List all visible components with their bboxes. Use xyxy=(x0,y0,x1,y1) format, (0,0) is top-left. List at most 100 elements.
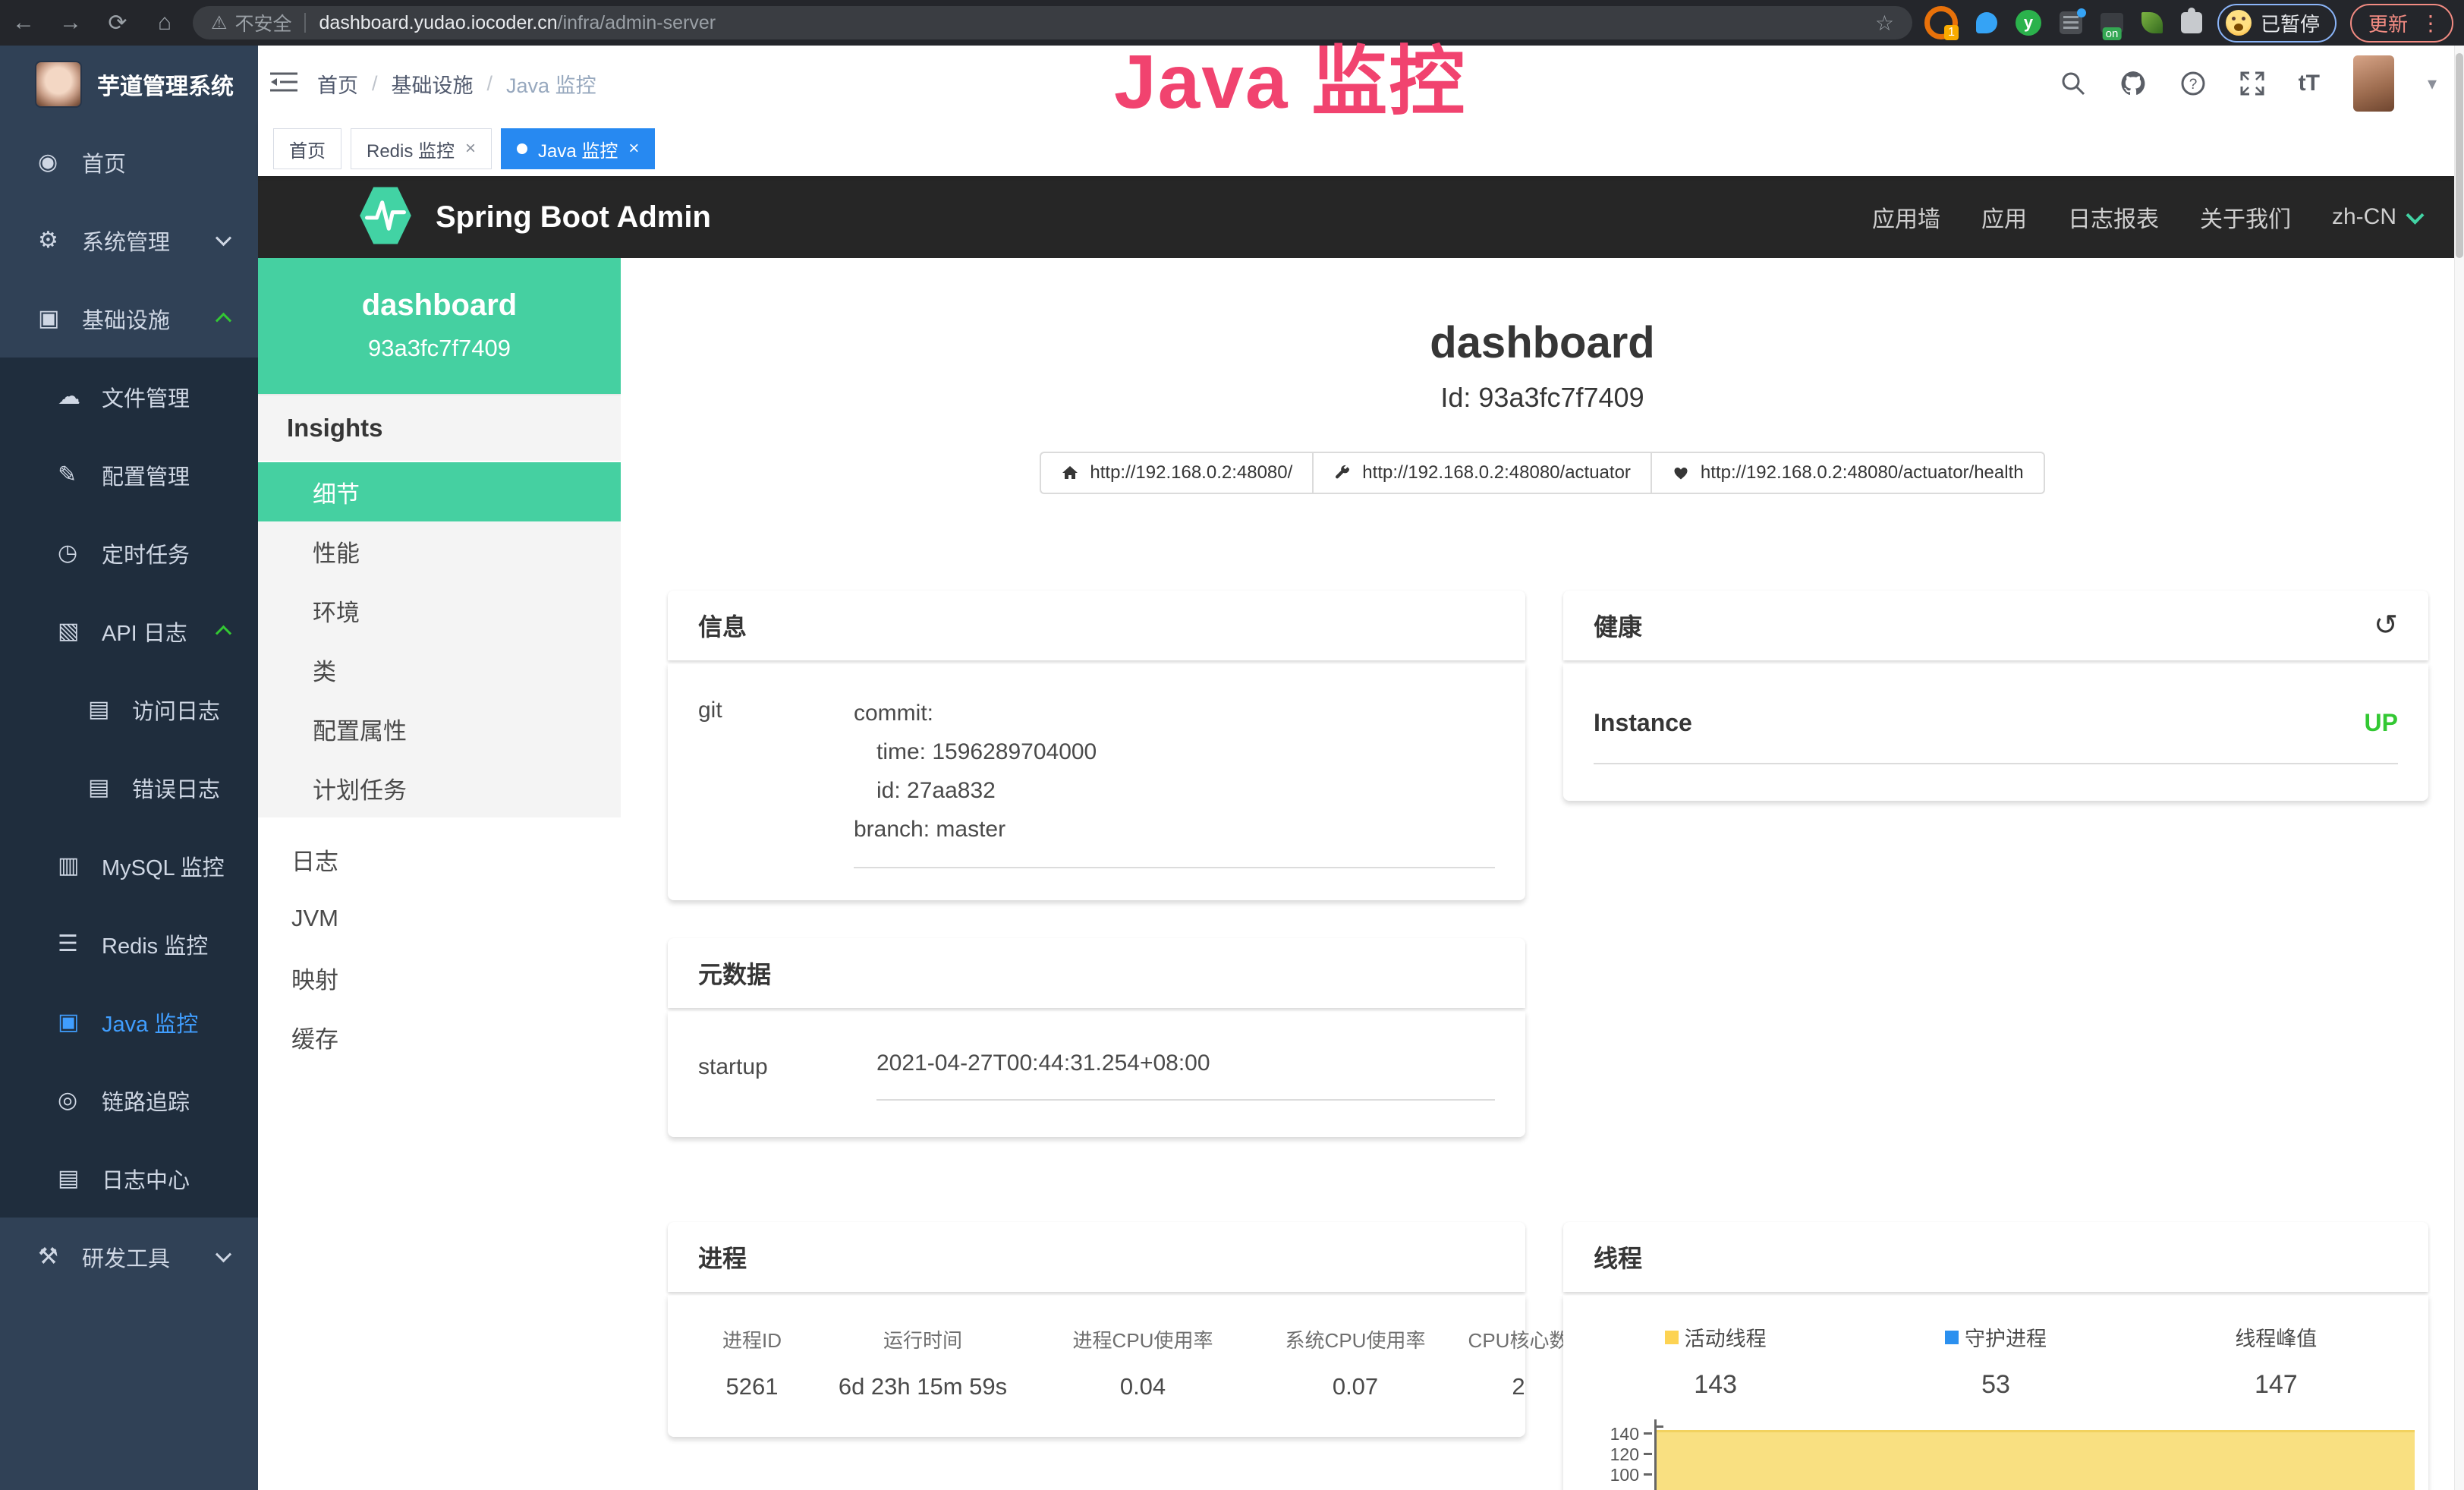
sidebar-item-dev-tools[interactable]: ⚒ 研发工具 xyxy=(0,1218,258,1296)
extension-leaf-icon[interactable] xyxy=(2141,12,2163,33)
browser-menu-icon[interactable]: ⋮ xyxy=(2420,11,2441,36)
sidebar-item-mysql-monitor[interactable]: ▥ MySQL 监控 xyxy=(0,827,258,905)
sidebar-item-error-logs[interactable]: ▤ 错误日志 xyxy=(0,748,258,827)
instance-home-link[interactable]: http://192.168.0.2:48080/ xyxy=(1040,452,1314,494)
extension-pin-icon[interactable] xyxy=(1976,12,1997,33)
metadata-row-startup: startup 2021-04-27T00:44:31.254+08:00 xyxy=(668,1011,1525,1101)
breadcrumb-separator: / xyxy=(487,72,493,96)
address-bar[interactable]: ⚠ 不安全 dashboard.yudao.iocoder.cn /infra/… xyxy=(193,6,1912,39)
extension-grid-icon[interactable] xyxy=(2060,11,2082,34)
close-icon[interactable]: × xyxy=(628,138,639,159)
url-path[interactable]: /infra/admin-server xyxy=(558,12,716,34)
sidebar-item-log-center[interactable]: ▤ 日志中心 xyxy=(0,1139,258,1218)
extension-y-icon[interactable]: y xyxy=(2016,10,2041,36)
access-log-icon: ▤ xyxy=(88,696,123,723)
sidebar-item-api-logs[interactable]: ▧ API 日志 xyxy=(0,592,258,670)
sba-nav-wallboard[interactable]: 应用墙 xyxy=(1872,200,1940,234)
extension-switch-icon[interactable]: on xyxy=(2101,13,2123,33)
sidebar-item-trace[interactable]: ◎ 链路追踪 xyxy=(0,1061,258,1139)
sidebar-fold-icon[interactable] xyxy=(270,71,297,97)
sba-menu-caches[interactable]: 缓存 xyxy=(258,1007,621,1066)
github-icon[interactable] xyxy=(2119,70,2147,97)
extension-orange-icon[interactable]: 1 xyxy=(1924,6,1958,39)
metadata-key: startup xyxy=(698,1051,876,1101)
chevron-down-icon xyxy=(216,1246,231,1262)
app-logo[interactable]: 芋道管理系统 xyxy=(0,46,258,123)
screen: ← → ⟳ ⌂ ⚠ 不安全 dashboard.yudao.iocoder.cn… xyxy=(0,0,2464,1490)
fullscreen-icon[interactable] xyxy=(2239,71,2265,96)
bookmark-star-icon[interactable]: ☆ xyxy=(1875,11,1894,36)
instance-health-link[interactable]: http://192.168.0.2:48080/actuator/health xyxy=(1651,452,2045,494)
sba-language-select[interactable]: zh-CN xyxy=(2332,204,2422,230)
process-card-header: 进程 xyxy=(668,1222,1525,1292)
git-time-line: time: 1596289704000 xyxy=(854,732,1495,771)
app-shell: 芋道管理系统 ◉ 首页 ⚙ 系统管理 ▣ 基础设施 xyxy=(0,46,2464,1490)
sba-menu-classes[interactable]: 类 xyxy=(258,640,621,699)
error-log-icon: ▤ xyxy=(88,774,123,801)
close-icon[interactable]: × xyxy=(465,138,476,159)
font-size-icon[interactable]: tT xyxy=(2299,71,2320,96)
process-cpu-value: 0.04 xyxy=(1037,1373,1249,1400)
chrome-update-button[interactable]: 更新 ⋮ xyxy=(2350,4,2453,43)
col-uptime: 运行时间 xyxy=(809,1325,1037,1353)
sba-menu-performance[interactable]: 性能 xyxy=(258,521,621,581)
sba-nav-about[interactable]: 关于我们 xyxy=(2200,200,2291,234)
sidebar-item-scheduled-jobs[interactable]: ◷ 定时任务 xyxy=(0,514,258,592)
sba-menu-group-insights: Insights xyxy=(258,394,621,462)
sidebar-item-label: 错误日志 xyxy=(132,772,220,804)
back-button[interactable]: ← xyxy=(0,10,47,36)
breadcrumb: 首页 / 基础设施 / Java 监控 xyxy=(317,69,596,99)
health-row-instance: Instance UP xyxy=(1594,663,2398,764)
sidebar-item-config-mgmt[interactable]: ✎ 配置管理 xyxy=(0,436,258,514)
sba-menu-jvm[interactable]: JVM xyxy=(258,889,621,948)
tab-home[interactable]: 首页 xyxy=(273,128,341,169)
mysql-icon: ▥ xyxy=(58,852,93,879)
url-host[interactable]: dashboard.yudao.iocoder.cn xyxy=(319,12,558,34)
tab-redis-monitor[interactable]: Redis 监控 × xyxy=(351,128,492,169)
help-icon[interactable]: ? xyxy=(2180,71,2206,96)
sidebar-item-label: 链路追踪 xyxy=(102,1085,190,1117)
sba-logo-icon[interactable] xyxy=(358,186,413,249)
paused-extension-badge[interactable]: 已暂停 xyxy=(2217,4,2337,43)
search-icon[interactable] xyxy=(2060,71,2086,96)
sba-brand[interactable]: Spring Boot Admin xyxy=(436,200,711,235)
sba-nav-journal[interactable]: 日志报表 xyxy=(2068,200,2159,234)
info-key: git xyxy=(698,694,854,868)
instance-header[interactable]: dashboard 93a3fc7f7409 xyxy=(258,258,621,394)
sidebar-item-infrastructure[interactable]: ▣ 基础设施 xyxy=(0,279,258,358)
sba-menu-mappings[interactable]: 映射 xyxy=(258,948,621,1007)
home-button[interactable]: ⌂ xyxy=(141,10,188,36)
col-process-cpu: 进程CPU使用率 xyxy=(1037,1325,1249,1353)
sba-menu-details[interactable]: 细节 xyxy=(258,462,621,521)
sba-menu-config-props[interactable]: 配置属性 xyxy=(258,699,621,758)
dropdown-caret-icon[interactable]: ▾ xyxy=(2428,73,2437,95)
page-scrollbar-thumb[interactable] xyxy=(2456,53,2463,258)
sidebar-item-file-mgmt[interactable]: ☁ 文件管理 xyxy=(0,358,258,436)
history-icon[interactable]: ↺ xyxy=(2374,611,2398,640)
breadcrumb-home[interactable]: 首页 xyxy=(317,69,358,99)
sba-menu-scheduled-tasks[interactable]: 计划任务 xyxy=(258,758,621,817)
info-card-body: git commit: time: 1596289704000 id: 27aa… xyxy=(668,663,1525,900)
breadcrumb-infrastructure[interactable]: 基础设施 xyxy=(392,69,474,99)
sidebar-item-home[interactable]: ◉ 首页 xyxy=(0,123,258,201)
sidebar-item-system-mgmt[interactable]: ⚙ 系统管理 xyxy=(0,201,258,279)
threads-chart-yaxis: 140 120 100 xyxy=(1591,1419,1654,1490)
tab-java-monitor[interactable]: Java 监控 × xyxy=(501,128,655,169)
sba-menu-environment[interactable]: 环境 xyxy=(258,581,621,640)
threads-card-header: 线程 xyxy=(1563,1222,2428,1292)
sidebar-item-access-logs[interactable]: ▤ 访问日志 xyxy=(0,670,258,748)
top-header: 首页 / 基础设施 / Java 监控 ? xyxy=(258,46,2464,121)
avatar[interactable] xyxy=(2353,55,2394,112)
sidebar-item-redis-monitor[interactable]: ☰ Redis 监控 xyxy=(0,905,258,983)
instance-actuator-link[interactable]: http://192.168.0.2:48080/actuator xyxy=(1312,452,1652,494)
sba-nav-applications[interactable]: 应用 xyxy=(1981,200,2027,234)
sidebar-item-java-monitor[interactable]: ▣ Java 监控 xyxy=(0,983,258,1061)
sba-menu-logs[interactable]: 日志 xyxy=(258,830,621,889)
forward-button[interactable]: → xyxy=(47,10,94,36)
reload-button[interactable]: ⟳ xyxy=(94,10,141,36)
puzzle-extensions-icon[interactable] xyxy=(2181,12,2202,33)
ytick-100: 100 xyxy=(1610,1465,1639,1485)
legend-live-threads-swatch xyxy=(1665,1331,1679,1344)
security-label[interactable]: 不安全 xyxy=(235,9,292,36)
chevron-up-icon xyxy=(216,313,231,329)
